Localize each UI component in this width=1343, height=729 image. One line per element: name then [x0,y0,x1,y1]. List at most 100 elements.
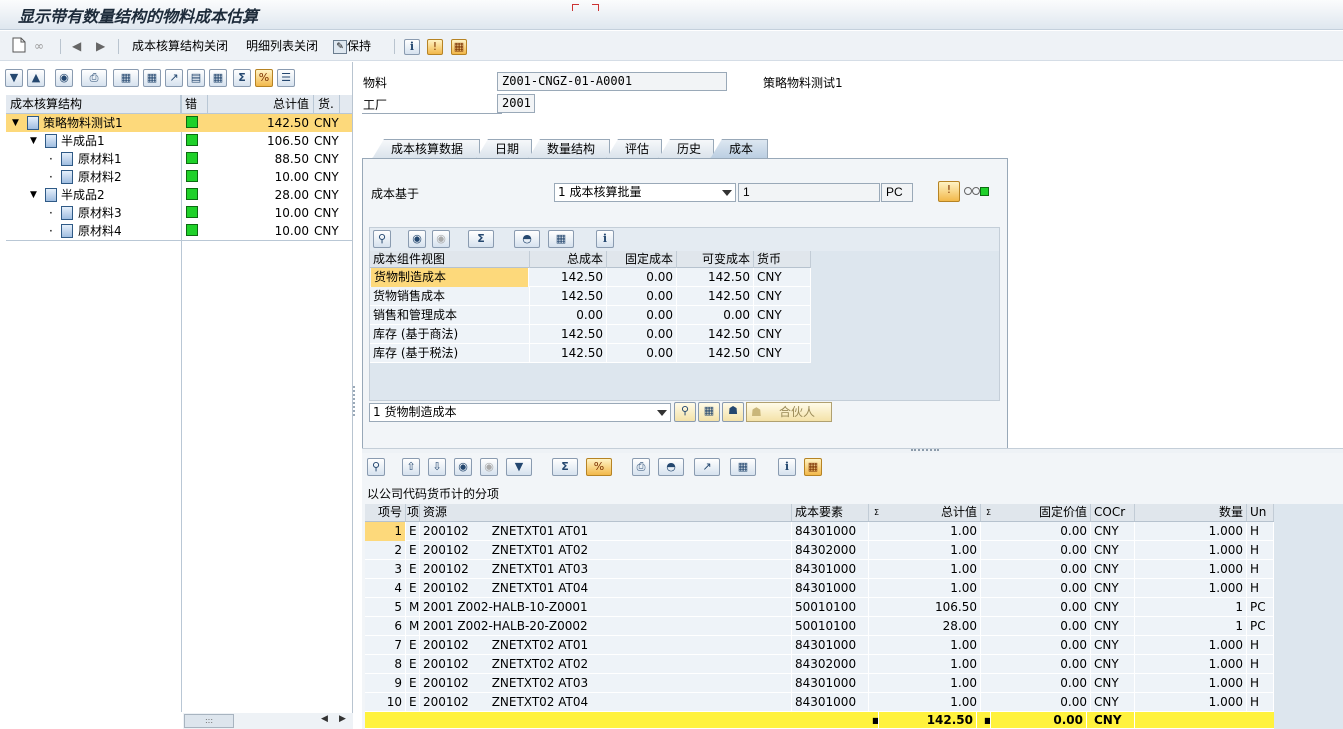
detail-list-close-button[interactable]: 明细列表关闭 [246,37,318,55]
column-fixed-cost[interactable]: 固定成本 [607,251,677,268]
column-unit[interactable]: Un [1247,504,1274,521]
alert-icon[interactable]: ! [938,181,960,202]
new-document-icon[interactable] [12,37,26,55]
plant-field[interactable]: 2001 [497,94,535,113]
column-currency-header[interactable]: 货. [314,95,340,114]
find-next-icon[interactable]: ◉ [480,458,498,476]
collapse-icon[interactable]: ▼ [30,132,37,150]
previous-icon[interactable]: ◀ [72,37,81,55]
collapse-icon[interactable]: ▼ [30,186,37,204]
tree-row[interactable]: ▼ 策略物料测试1 142.50 CNY [6,114,352,132]
column-resource[interactable]: 资源 [420,504,792,521]
cost-basis-select[interactable]: 1 成本核算批量 [554,183,736,202]
table-icon[interactable]: ▦ [698,402,720,422]
export-icon[interactable]: ↗ [165,69,183,87]
column-currency[interactable]: 货币 [754,251,811,268]
column-fixed-value[interactable]: Σ 固定价值 [981,504,1091,521]
expand-all-icon[interactable]: ▼ [5,69,23,87]
splitter-handle[interactable] [353,386,357,416]
sum-icon[interactable]: Σ [468,230,494,248]
view-icon[interactable]: ◓ [658,458,684,476]
filter-icon[interactable]: ▼ [506,458,532,476]
info-icon[interactable]: i [404,38,420,55]
find-icon[interactable]: ◉ [55,69,73,87]
info-icon[interactable]: i [778,458,796,476]
column-quantity[interactable]: 数量 [1135,504,1247,521]
other-object-icon[interactable]: ∞ [34,37,44,55]
column-cocr[interactable]: COCr [1091,504,1135,521]
tree-row[interactable]: · 原材料3 10.00 CNY [6,204,352,222]
print-icon[interactable]: ⎙ [81,69,107,87]
column-error-header[interactable]: 错 [181,95,208,114]
export-icon[interactable]: ↗ [694,458,720,476]
tab-history[interactable]: 历史 [658,139,714,159]
itemization-row[interactable]: 4 E 200102 ZNETXT01 AT04 84301000 1.00 0.00 CN… [365,579,1274,598]
collapse-all-icon[interactable]: ▲ [27,69,45,87]
cost-basis-quantity[interactable]: 1 [738,183,880,202]
sort-ascending-icon[interactable]: ⇧ [402,458,420,476]
scroll-right-icon[interactable]: ▶ [339,714,346,724]
sort-descending-icon[interactable]: ⇩ [428,458,446,476]
cost-structure-close-button[interactable]: 成本核算结构关闭 [132,37,228,55]
itemization-row[interactable]: 6 M 2001 Z002-HALB-20-Z0002 50010100 28.00 0.… [365,617,1274,636]
scroll-thumb[interactable]: ::: [184,714,234,728]
sum-icon[interactable]: Σ [233,69,251,87]
cost-view-row[interactable]: 货物制造成本 142.50 0.00 142.50 CNY [370,268,811,287]
cost-view-row[interactable]: 库存 (基于税法) 142.50 0.00 142.50 CNY [370,344,811,363]
layout-icon[interactable]: ▦ [730,458,756,476]
itemization-row[interactable]: 2 E 200102 ZNETXT01 AT02 84302000 1.00 0.00 CN… [365,541,1274,560]
layout-icon[interactable]: ▦ [113,69,139,87]
calculator-icon[interactable]: ▦ [804,458,822,476]
itemization-row[interactable]: 7 E 200102 ZNETXT02 AT01 84301000 1.00 0.00 CN… [365,636,1274,655]
columns-icon[interactable]: ▤ [187,69,205,87]
tab-quantity-structure[interactable]: 数量结构 [528,139,610,159]
column-component-view[interactable]: 成本组件视图 [370,251,530,268]
column-cost-element[interactable]: 成本要素 [792,504,869,521]
cost-view-row[interactable]: 销售和管理成本 0.00 0.00 0.00 CNY [370,306,811,325]
list-icon[interactable]: ☰ [277,69,295,87]
cost-view-row[interactable]: 库存 (基于商法) 142.50 0.00 142.50 CNY [370,325,811,344]
details-icon[interactable]: ⚲ [367,458,385,476]
collapse-icon[interactable]: ▼ [12,114,19,132]
cost-view-row[interactable]: 货物销售成本 142.50 0.00 142.50 CNY [370,287,811,306]
find-next-icon[interactable]: ◉ [432,230,450,248]
find-icon[interactable]: ◉ [408,230,426,248]
tab-costs[interactable]: 成本 [710,139,768,159]
tree-row[interactable]: · 原材料4 10.00 CNY [6,222,352,240]
tree-row[interactable]: · 原材料1 88.50 CNY [6,150,352,168]
find-icon[interactable]: ◉ [454,458,472,476]
itemization-row[interactable]: 3 E 200102 ZNETXT01 AT03 84301000 1.00 0.00 CN… [365,560,1274,579]
next-icon[interactable]: ▶ [96,37,105,55]
calculator-icon[interactable]: ▦ [451,38,467,55]
subtotal-icon[interactable]: % [586,458,612,476]
tree-row[interactable]: · 原材料2 10.00 CNY [6,168,352,186]
column-item-category[interactable]: 项 [406,504,420,521]
itemization-row[interactable]: 1 E 200102 ZNETXT01 AT01 84301000 1.00 0.00 CN… [365,522,1274,541]
layout-icon[interactable]: ▦ [548,230,574,248]
column-variable-cost[interactable]: 可变成本 [677,251,754,268]
column-total-cost[interactable]: 总成本 [530,251,607,268]
tree-row[interactable]: ▼ 半成品2 28.00 CNY [6,186,352,204]
tab-valuation[interactable]: 评估 [606,139,662,159]
scroll-left-icon[interactable]: ◀ [321,714,328,724]
details-icon[interactable]: ⚲ [674,402,696,422]
tab-dates[interactable]: 日期 [476,139,532,159]
column-total-header[interactable]: 总计值 [208,95,314,114]
percent-icon[interactable]: % [255,69,273,87]
itemization-row[interactable]: 8 E 200102 ZNETXT02 AT02 84302000 1.00 0.00 CN… [365,655,1274,674]
view-icon[interactable]: ◓ [514,230,540,248]
tree-row[interactable]: ▼ 半成品1 106.50 CNY [6,132,352,150]
material-field[interactable]: Z001-CNGZ-01-A0001 [497,72,727,91]
hierarchy-icon[interactable]: ☗ [722,402,744,422]
sum-icon[interactable]: Σ [552,458,578,476]
partner-button[interactable]: ☗ 合伙人 [746,402,832,422]
horizontal-scrollbar[interactable]: ::: ◀ ▶ [183,713,353,729]
info-icon[interactable]: i [596,230,614,248]
details-icon[interactable]: ⚲ [373,230,391,248]
table-icon[interactable]: ▦ [209,69,227,87]
message-icon[interactable]: ! [427,38,443,55]
column-structure-header[interactable]: 成本核算结构 [6,95,181,114]
itemization-row[interactable]: 5 M 2001 Z002-HALB-10-Z0001 50010100 106.50 0… [365,598,1274,617]
cost-basis-unit[interactable]: PC [881,183,913,202]
itemization-row[interactable]: 10 E 200102 ZNETXT02 AT04 84301000 1.00 0.00 C… [365,693,1274,712]
